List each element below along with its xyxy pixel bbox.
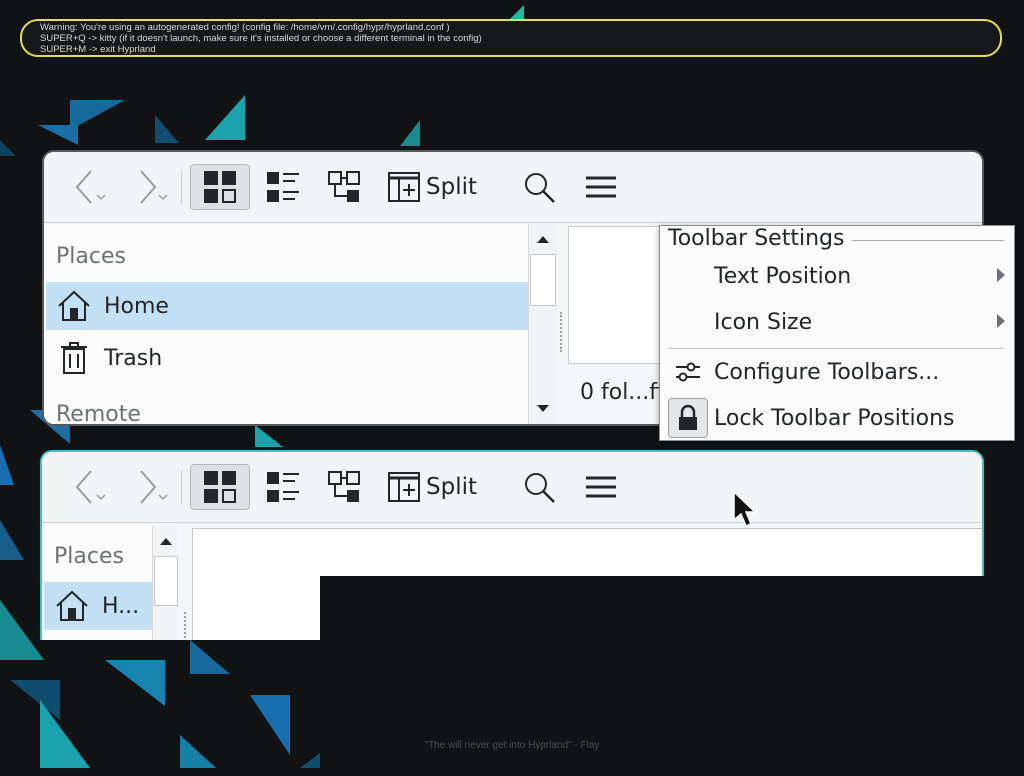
menu-item-lock-toolbar-positions[interactable]: Lock Toolbar Positions — [660, 396, 1014, 440]
remote-header: Remote — [56, 402, 141, 426]
sidebar-item-home[interactable]: H... — [44, 582, 152, 630]
details-view-button[interactable] — [258, 464, 308, 510]
home-icon — [56, 289, 92, 323]
warning-line: SUPER+Q -> kitty (if it doesn't launch, … — [40, 33, 482, 44]
main-toolbar[interactable]: Split — [44, 152, 982, 223]
menu-separator — [668, 348, 1004, 349]
details-view-button[interactable] — [258, 164, 308, 210]
scroll-thumb[interactable] — [530, 254, 556, 306]
menu-item-icon-size[interactable]: Icon Size — [660, 300, 1014, 344]
submenu-arrow-icon — [996, 264, 1006, 289]
chevron-left-icon — [75, 170, 106, 204]
scroll-thumb[interactable] — [154, 556, 178, 606]
sidebar-item-label: H... — [102, 593, 140, 619]
menu-item-text-position[interactable]: Text Position — [660, 254, 1014, 298]
menu-item-label: Configure Toolbars... — [714, 359, 940, 385]
tree-view-button[interactable] — [320, 464, 370, 510]
chevron-right-icon — [140, 470, 168, 504]
status-text: 0 fol...fil — [580, 380, 670, 405]
splitter-handle[interactable] — [184, 612, 190, 640]
places-header: Places — [54, 544, 124, 569]
toolbar-separator — [181, 170, 182, 204]
menu-item-label: Icon Size — [714, 309, 813, 335]
warning-line: SUPER+M -> exit Hyprland — [40, 44, 156, 55]
trash-icon — [56, 341, 92, 375]
warning-line: Warning: You're using an autogenerated c… — [40, 22, 450, 33]
menu-item-configure-toolbars[interactable]: Configure Toolbars... — [660, 350, 1014, 394]
home-icon — [54, 589, 90, 623]
main-toolbar[interactable]: Split — [42, 452, 982, 523]
split-view-icon — [388, 472, 420, 502]
tree-view-icon — [328, 471, 360, 502]
split-button[interactable]: Split — [386, 164, 486, 210]
back-button[interactable] — [66, 464, 116, 510]
sidebar-scrollbar[interactable] — [152, 526, 179, 640]
scroll-up-arrow[interactable] — [529, 226, 557, 252]
sidebar-item-home[interactable]: Home — [46, 282, 528, 330]
scroll-up-arrow[interactable] — [153, 528, 179, 554]
hamburger-menu-icon — [586, 176, 616, 198]
sidebar-item-label: Home — [104, 293, 169, 319]
tree-view-button[interactable] — [320, 164, 370, 210]
search-icon — [525, 473, 555, 503]
tree-view-icon — [328, 171, 360, 202]
split-label: Split — [426, 174, 477, 200]
hamburger-menu-button[interactable] — [576, 164, 626, 210]
search-button[interactable] — [514, 164, 564, 210]
forward-button[interactable] — [128, 464, 178, 510]
search-icon — [525, 173, 555, 203]
hamburger-menu-icon — [586, 476, 616, 498]
toolbar-separator — [181, 470, 182, 504]
places-panel[interactable]: Places H... — [42, 524, 152, 640]
hamburger-menu-button[interactable] — [576, 464, 626, 510]
menu-item-label: Lock Toolbar Positions — [714, 405, 955, 431]
config-warning-banner: Warning: You're using an autogenerated c… — [20, 19, 1002, 57]
icons-view-button[interactable] — [190, 164, 250, 210]
submenu-arrow-icon — [996, 310, 1006, 335]
configure-icon — [668, 352, 708, 392]
split-button[interactable]: Split — [386, 464, 486, 510]
toolbar-context-menu[interactable]: Toolbar Settings Text Position Icon Size… — [659, 225, 1015, 441]
icons-view-icon — [204, 471, 236, 503]
details-view-icon — [267, 472, 299, 502]
back-button[interactable] — [66, 164, 116, 210]
chevron-right-icon — [140, 170, 168, 204]
wallpaper-quote: "The will never get into Hyprland" - Fla… — [424, 740, 600, 751]
section-divider — [850, 240, 1004, 241]
menu-section-title: Toolbar Settings — [668, 226, 853, 251]
sidebar-scrollbar[interactable] — [528, 224, 557, 424]
chevron-left-icon — [75, 470, 106, 504]
menu-item-label: Text Position — [714, 263, 852, 289]
icons-view-icon — [204, 171, 236, 203]
split-view-icon — [388, 172, 420, 202]
search-button[interactable] — [514, 464, 564, 510]
forward-button[interactable] — [128, 164, 178, 210]
places-header: Places — [56, 244, 126, 269]
details-view-icon — [267, 172, 299, 202]
sidebar-item-trash[interactable]: Trash — [46, 334, 528, 382]
sidebar-item-label: Trash — [104, 345, 163, 371]
places-panel[interactable]: Places Home Trash Remote — [44, 224, 528, 424]
lock-icon — [668, 398, 708, 438]
mouse-cursor-icon — [733, 490, 757, 527]
icons-view-button[interactable] — [190, 464, 250, 510]
scroll-down-arrow[interactable] — [529, 396, 557, 422]
split-label: Split — [426, 474, 477, 500]
splitter-handle[interactable] — [560, 312, 566, 352]
